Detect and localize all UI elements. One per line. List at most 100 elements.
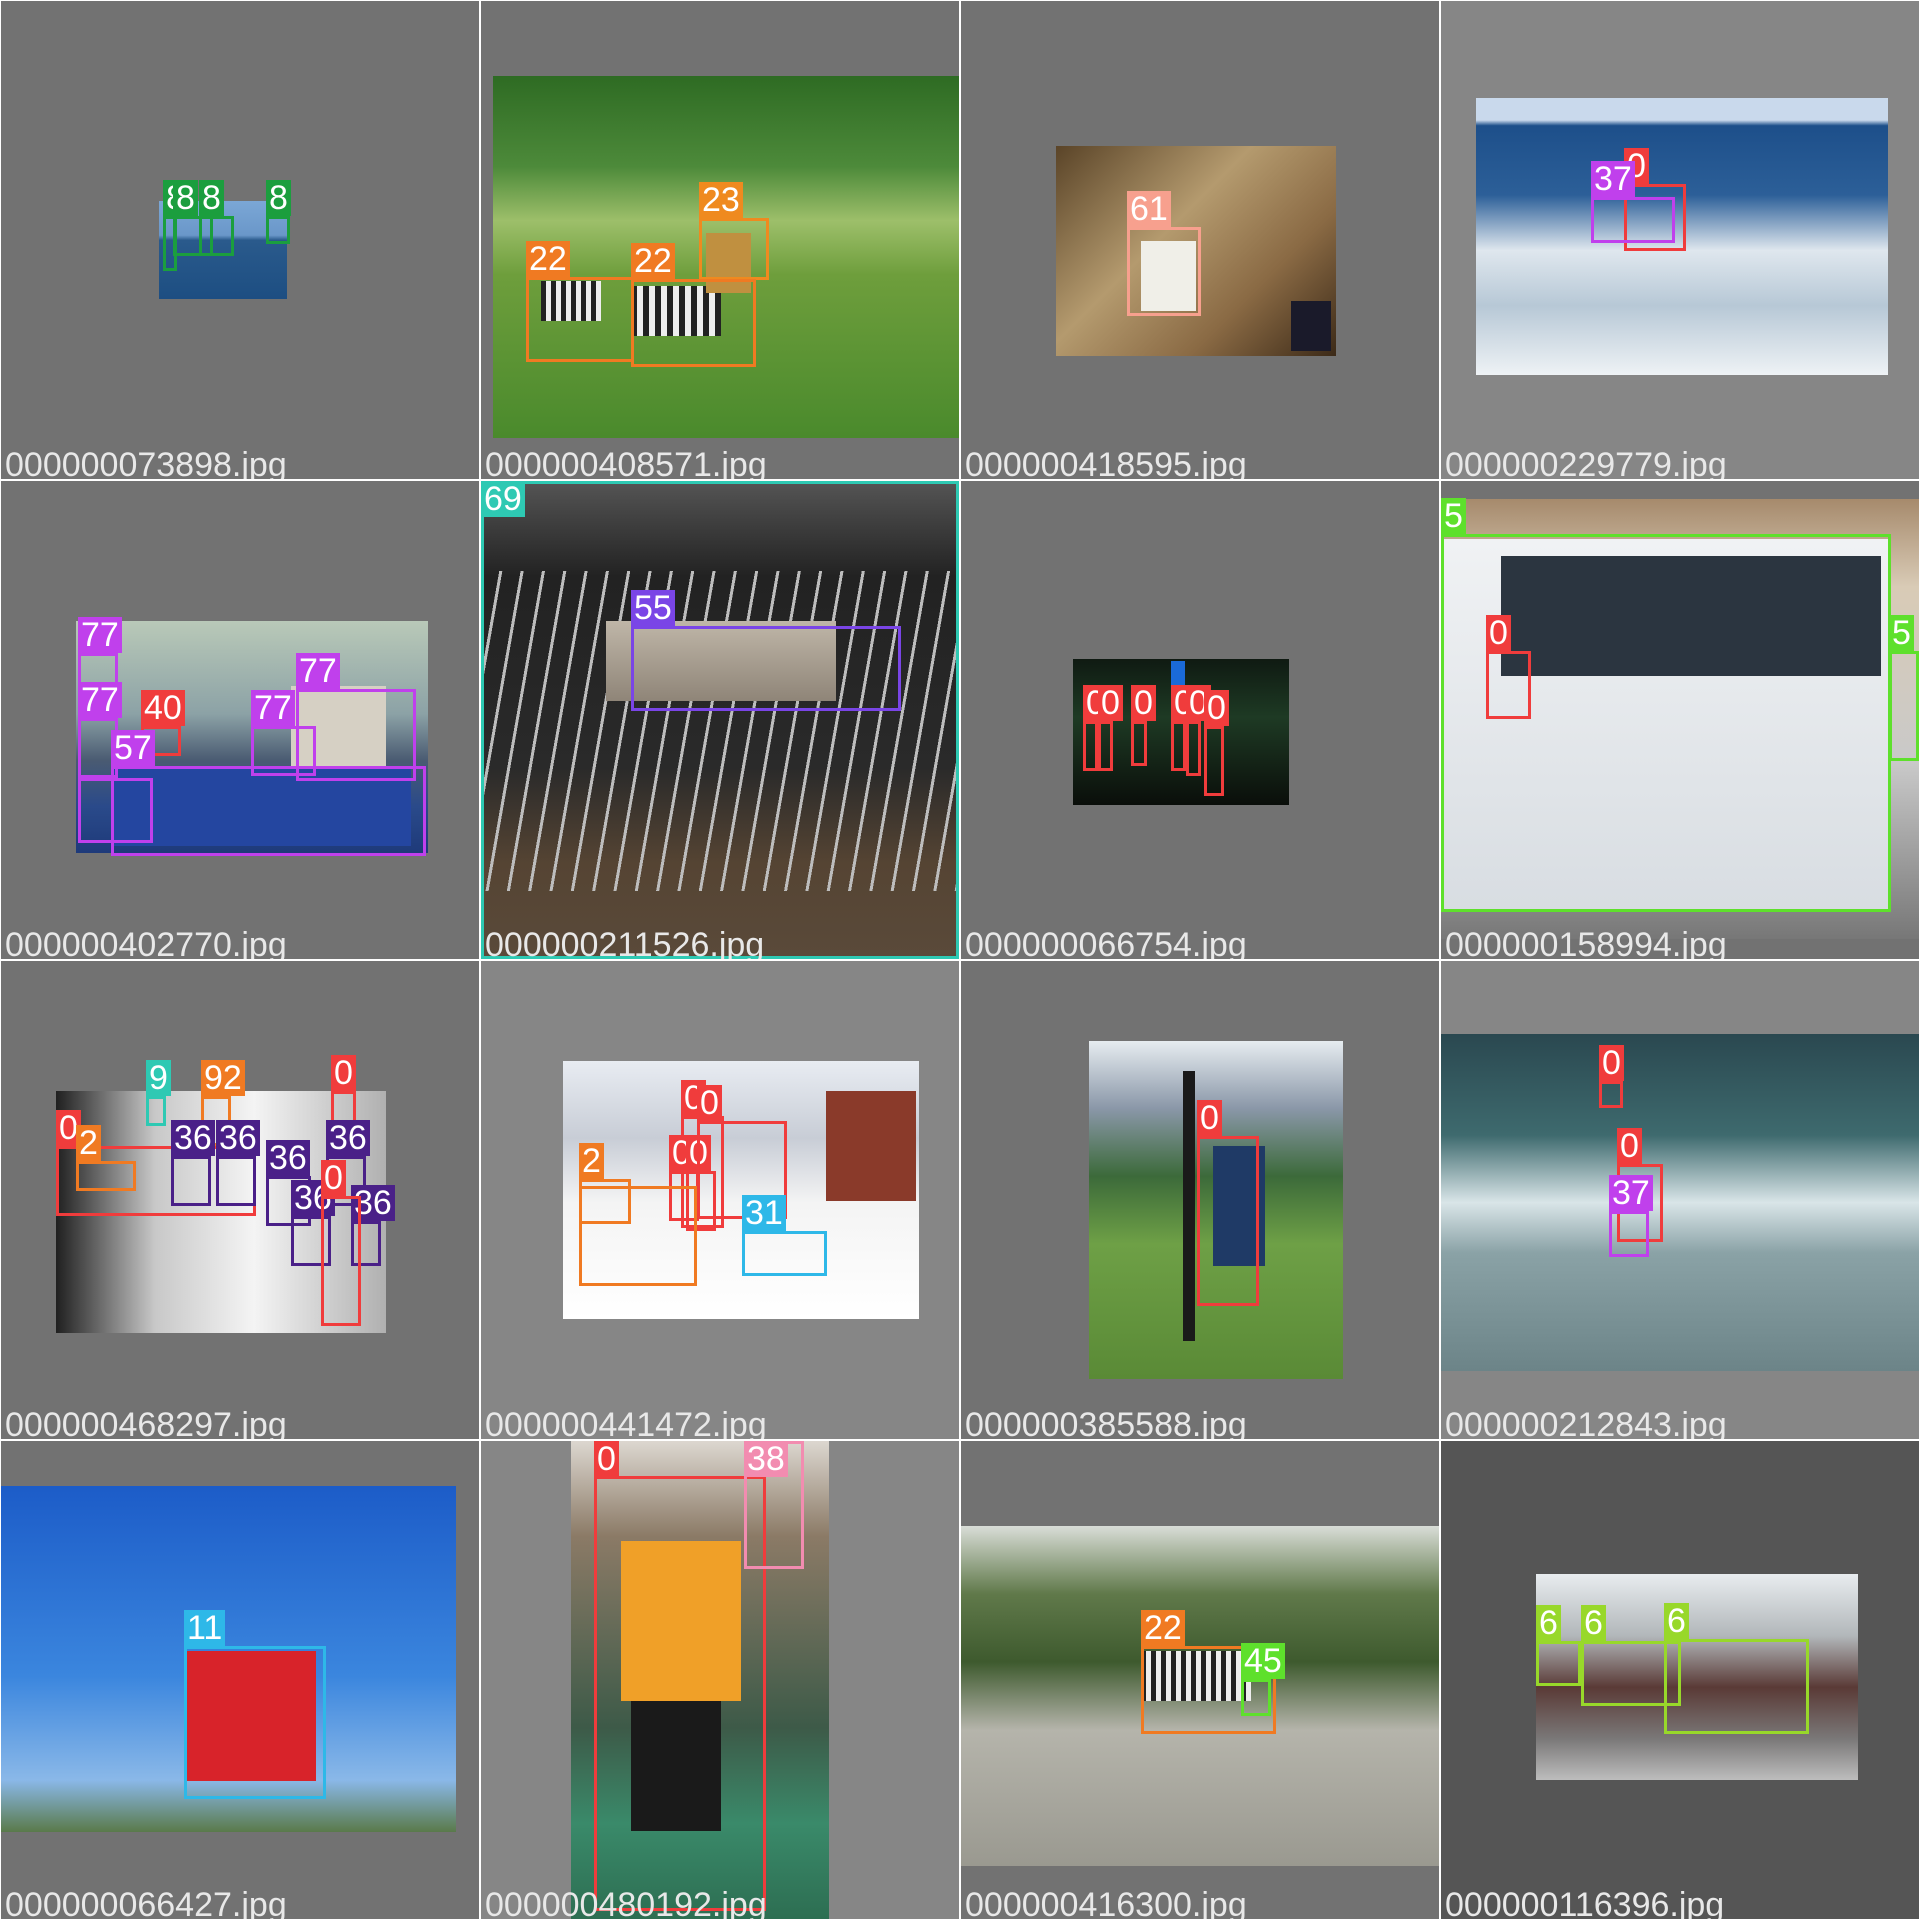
image-tile[interactable]: 0 9 92 0 36 36 36 36 36 36 0 2 000000468297.jpg	[1, 961, 479, 1439]
class-label: 77	[78, 617, 122, 653]
bounding-box	[1591, 197, 1675, 243]
image-filename: 000000441472.jpg	[485, 1406, 767, 1439]
image-filename: 000000212843.jpg	[1445, 1406, 1727, 1439]
bounding-box	[171, 1156, 211, 1206]
image-filename: 000000066427.jpg	[5, 1886, 287, 1919]
class-label: 57	[111, 730, 155, 766]
class-label: 0	[1599, 1045, 1624, 1081]
image-filename: 000000480192.jpg	[485, 1886, 767, 1919]
image-tile[interactable]: 5 0 5 000000158994.jpg	[1441, 481, 1919, 959]
image-tile[interactable]: 22 45 000000416300.jpg	[961, 1441, 1439, 1919]
bounding-box	[1609, 1211, 1649, 1257]
bounding-box	[1186, 721, 1201, 776]
class-label: 0	[1486, 615, 1511, 651]
class-label: 0	[1204, 690, 1229, 726]
bounding-box	[146, 1096, 166, 1126]
class-label: 9	[146, 1060, 171, 1096]
class-label: 38	[744, 1441, 788, 1477]
photo-detail	[1183, 1071, 1195, 1341]
image-tile[interactable]: 8888000000073898.jpg	[1, 1, 479, 479]
image-tile[interactable]: 77 77 40 77 77 57 000000402770.jpg	[1, 481, 479, 959]
image-filename: 000000158994.jpg	[1445, 926, 1727, 959]
photo-detail	[826, 1091, 916, 1201]
bounding-box	[76, 1161, 136, 1191]
class-label: 77	[296, 653, 340, 689]
class-label: 2	[76, 1125, 101, 1161]
class-label: 61	[1127, 191, 1171, 227]
image-tile[interactable]: 0 000000385588.jpg	[961, 961, 1439, 1439]
bounding-box	[1889, 651, 1919, 761]
class-label: 6	[1664, 1603, 1689, 1639]
bounding-box	[1083, 721, 1098, 771]
bounding-box	[1204, 726, 1224, 796]
image-tile[interactable]: 11 000000066427.jpg	[1, 1441, 479, 1919]
class-label: 31	[742, 1195, 786, 1231]
class-label: 22	[526, 241, 570, 277]
image-tile[interactable]: 0 38 000000480192.jpg	[481, 1441, 959, 1919]
image-filename: 000000229779.jpg	[1445, 446, 1727, 479]
bounding-box	[1171, 721, 1186, 771]
bounding-box	[111, 766, 426, 856]
class-label: 23	[699, 182, 743, 218]
bounding-box	[1127, 227, 1201, 316]
class-label: 8	[199, 180, 224, 216]
image-tile[interactable]: 0 0 37 000000212843.jpg	[1441, 961, 1919, 1439]
photo-detail	[1291, 301, 1331, 351]
image-filename: 000000418595.jpg	[965, 446, 1247, 479]
class-label: 77	[251, 690, 295, 726]
class-label: 5	[1889, 615, 1914, 651]
class-label: 40	[141, 690, 185, 726]
bounding-box	[526, 277, 634, 362]
bounding-box	[184, 1646, 326, 1799]
class-label: 77	[78, 682, 122, 718]
bounding-box	[1664, 1639, 1809, 1734]
class-label: 0	[1617, 1128, 1642, 1164]
class-label: 45	[1241, 1643, 1285, 1679]
class-label: 8	[266, 180, 291, 216]
bounding-box	[1098, 721, 1113, 771]
class-label: 0	[1098, 685, 1123, 721]
image-filename: 000000416300.jpg	[965, 1886, 1247, 1919]
image-filename: 000000468297.jpg	[5, 1406, 287, 1439]
bounding-box	[481, 481, 959, 959]
image-tile[interactable]: 61 000000418595.jpg	[961, 1, 1439, 479]
bounding-box	[579, 1186, 697, 1286]
bounding-box	[1441, 534, 1891, 912]
bounding-box	[1599, 1081, 1623, 1108]
class-label: 0	[697, 1085, 722, 1121]
bounding-box	[78, 778, 153, 843]
class-label: 36	[216, 1120, 260, 1156]
class-label: 6	[1581, 1605, 1606, 1641]
class-label: 2	[579, 1143, 604, 1179]
bounding-box	[1197, 1136, 1259, 1306]
bounding-box	[1131, 721, 1147, 766]
image-filename: 000000066754.jpg	[965, 926, 1247, 959]
class-label: 5	[1441, 498, 1466, 534]
bounding-box	[1486, 651, 1531, 719]
bounding-box	[742, 1231, 827, 1276]
bounding-box	[594, 1476, 766, 1911]
class-label: 8	[173, 180, 198, 216]
class-label: 11	[184, 1610, 226, 1646]
image-tile[interactable]: 6 6 6 000000116396.jpg	[1441, 1441, 1919, 1919]
class-label: 36	[266, 1140, 310, 1176]
class-label: 37	[1609, 1175, 1653, 1211]
class-label: 0	[594, 1441, 619, 1477]
bounding-box	[216, 1156, 256, 1206]
class-label: 0	[1131, 685, 1156, 721]
image-filename: 000000116396.jpg	[1445, 1886, 1725, 1919]
image-tile[interactable]: 0 37 000000229779.jpg	[1441, 1, 1919, 479]
class-label: 0	[331, 1055, 356, 1091]
bounding-box	[1241, 1679, 1271, 1716]
detection-grid: 8888000000073898.jpg232222000000408571.j…	[0, 0, 1920, 1920]
class-label: 36	[326, 1120, 370, 1156]
image-tile[interactable]: 55 69 000000211526.jpg	[481, 481, 959, 959]
bounding-box	[199, 216, 234, 256]
image-filename: 000000385588.jpg	[965, 1406, 1247, 1439]
image-tile[interactable]: 23 22 22 000000408571.jpg	[481, 1, 959, 479]
class-label: 0	[1197, 1100, 1222, 1136]
image-tile[interactable]: 0 0 0 0 0 0 000000066754.jpg	[961, 481, 1439, 959]
bounding-box	[631, 279, 756, 367]
class-label: 22	[631, 243, 675, 279]
image-tile[interactable]: 0 0 0 2 0 31 000000441472.jpg	[481, 961, 959, 1439]
